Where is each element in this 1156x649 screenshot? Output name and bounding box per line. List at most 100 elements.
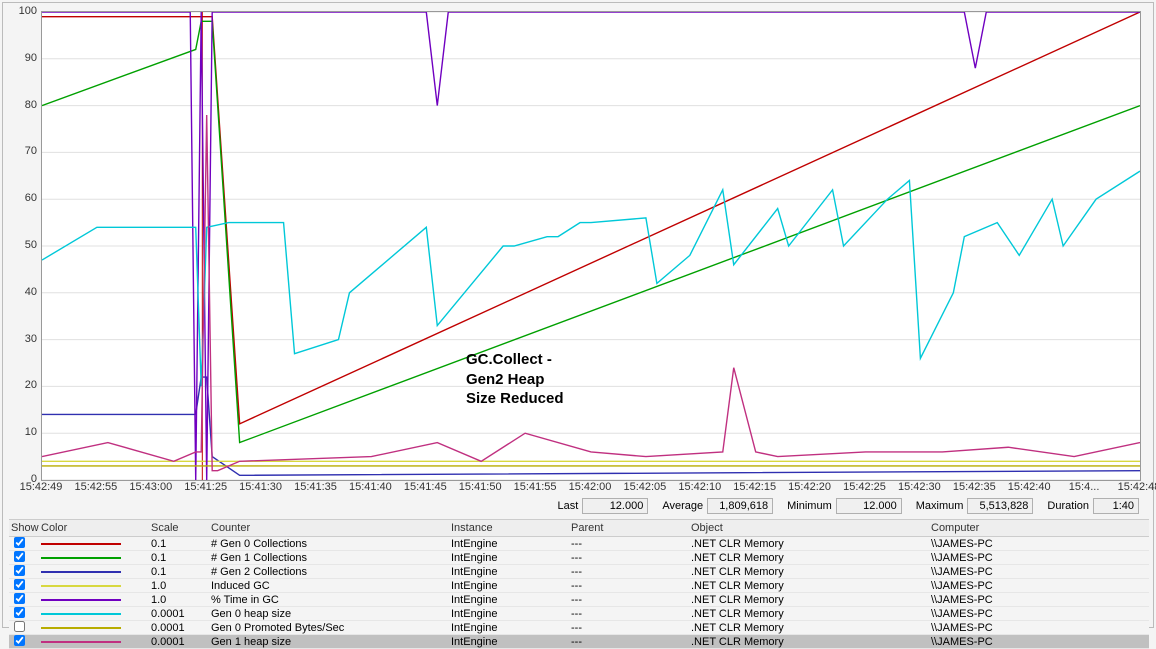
legend-header-parent[interactable]: Parent bbox=[569, 522, 689, 534]
x-tick-label: 15:41:35 bbox=[294, 481, 337, 493]
legend-parent: --- bbox=[569, 580, 689, 592]
series-line bbox=[42, 171, 1140, 386]
legend-header-row: Show Color Scale Counter Instance Parent… bbox=[9, 519, 1149, 537]
stat-min-label: Minimum bbox=[787, 500, 832, 512]
stat-dur-label: Duration bbox=[1047, 500, 1089, 512]
legend-scale: 0.1 bbox=[149, 566, 209, 578]
legend-instance: IntEngine bbox=[449, 622, 569, 634]
legend-counter: Induced GC bbox=[209, 580, 449, 592]
x-tick-label: 15:4... bbox=[1069, 481, 1100, 493]
legend-header-computer[interactable]: Computer bbox=[929, 522, 1129, 534]
legend-show-checkbox[interactable] bbox=[14, 551, 25, 562]
y-tick-label: 70 bbox=[25, 145, 37, 157]
x-tick-label: 15:42:30 bbox=[898, 481, 941, 493]
legend-header-object[interactable]: Object bbox=[689, 522, 929, 534]
legend-object: .NET CLR Memory bbox=[689, 580, 929, 592]
legend-row[interactable]: 0.1# Gen 1 CollectionsIntEngine---.NET C… bbox=[9, 551, 1149, 565]
legend-show-checkbox[interactable] bbox=[14, 579, 25, 590]
legend-row[interactable]: 0.1# Gen 0 CollectionsIntEngine---.NET C… bbox=[9, 537, 1149, 551]
x-tick-label: 15:41:30 bbox=[239, 481, 282, 493]
legend-show-checkbox[interactable] bbox=[14, 593, 25, 604]
legend-row[interactable]: 1.0% Time in GCIntEngine---.NET CLR Memo… bbox=[9, 593, 1149, 607]
y-tick-label: 100 bbox=[19, 5, 37, 17]
legend-color-swatch bbox=[41, 613, 121, 615]
x-tick-label: 15:42:48 bbox=[1118, 481, 1156, 493]
legend-row[interactable]: 0.0001Gen 0 Promoted Bytes/SecIntEngine-… bbox=[9, 621, 1149, 635]
legend-header-show[interactable]: Show bbox=[9, 522, 39, 534]
x-tick-label: 15:42:15 bbox=[733, 481, 776, 493]
y-tick-label: 40 bbox=[25, 286, 37, 298]
legend-row[interactable]: 0.0001Gen 0 heap sizeIntEngine---.NET CL… bbox=[9, 607, 1149, 621]
legend-header-counter[interactable]: Counter bbox=[209, 522, 449, 534]
legend-computer: \\JAMES-PC bbox=[929, 580, 1129, 592]
x-tick-label: 15:42:00 bbox=[569, 481, 612, 493]
legend-instance: IntEngine bbox=[449, 608, 569, 620]
x-tick-label: 15:42:49 bbox=[20, 481, 63, 493]
legend-counter: # Gen 0 Collections bbox=[209, 538, 449, 550]
x-tick-label: 15:42:35 bbox=[953, 481, 996, 493]
legend-header-color[interactable]: Color bbox=[39, 522, 149, 534]
legend-instance: IntEngine bbox=[449, 538, 569, 550]
legend-show-checkbox[interactable] bbox=[14, 565, 25, 576]
legend-color-swatch bbox=[41, 543, 121, 545]
legend-scale: 0.0001 bbox=[149, 636, 209, 648]
stat-min-value: 12.000 bbox=[836, 498, 902, 514]
perfmon-chart-frame: 0102030405060708090100 GC.Collect -Gen2 … bbox=[2, 2, 1154, 628]
legend-instance: IntEngine bbox=[449, 552, 569, 564]
x-tick-label: 15:41:45 bbox=[404, 481, 447, 493]
y-tick-label: 80 bbox=[25, 99, 37, 111]
y-axis-ticks: 0102030405060708090100 bbox=[11, 11, 39, 479]
y-tick-label: 10 bbox=[25, 426, 37, 438]
legend-header-instance[interactable]: Instance bbox=[449, 522, 569, 534]
stats-row: Last 12.000 Average 1,809,618 Minimum 12… bbox=[41, 497, 1139, 515]
x-tick-label: 15:42:20 bbox=[788, 481, 831, 493]
y-tick-label: 90 bbox=[25, 52, 37, 64]
legend-parent: --- bbox=[569, 538, 689, 550]
legend-object: .NET CLR Memory bbox=[689, 594, 929, 606]
legend-show-checkbox[interactable] bbox=[14, 537, 25, 548]
x-axis-ticks: 15:42:4915:42:5515:43:0015:41:2515:41:30… bbox=[41, 481, 1139, 495]
legend-counter: Gen 0 heap size bbox=[209, 608, 449, 620]
legend-row[interactable]: 1.0Induced GCIntEngine---.NET CLR Memory… bbox=[9, 579, 1149, 593]
legend-instance: IntEngine bbox=[449, 636, 569, 648]
legend-object: .NET CLR Memory bbox=[689, 622, 929, 634]
legend-instance: IntEngine bbox=[449, 566, 569, 578]
legend-row[interactable]: 0.1# Gen 2 CollectionsIntEngine---.NET C… bbox=[9, 565, 1149, 579]
legend-parent: --- bbox=[569, 566, 689, 578]
y-tick-label: 50 bbox=[25, 239, 37, 251]
x-tick-label: 15:41:55 bbox=[514, 481, 557, 493]
legend-computer: \\JAMES-PC bbox=[929, 566, 1129, 578]
legend-object: .NET CLR Memory bbox=[689, 552, 929, 564]
x-tick-label: 15:42:25 bbox=[843, 481, 886, 493]
legend-counter: Gen 0 Promoted Bytes/Sec bbox=[209, 622, 449, 634]
x-tick-label: 15:41:50 bbox=[459, 481, 502, 493]
legend-row[interactable]: 0.0001Gen 1 heap sizeIntEngine---.NET CL… bbox=[9, 635, 1149, 649]
chart-annotation: GC.Collect -Gen2 HeapSize Reduced bbox=[466, 350, 564, 409]
legend-counter: % Time in GC bbox=[209, 594, 449, 606]
legend-counter: # Gen 2 Collections bbox=[209, 566, 449, 578]
x-tick-label: 15:42:05 bbox=[623, 481, 666, 493]
x-tick-label: 15:42:55 bbox=[74, 481, 117, 493]
legend-show-checkbox[interactable] bbox=[14, 635, 25, 646]
legend-computer: \\JAMES-PC bbox=[929, 608, 1129, 620]
chart-plot-area[interactable]: GC.Collect -Gen2 HeapSize Reduced bbox=[41, 11, 1141, 481]
legend-color-swatch bbox=[41, 627, 121, 629]
legend-show-checkbox[interactable] bbox=[14, 607, 25, 618]
series-line bbox=[42, 12, 1140, 424]
legend-color-swatch bbox=[41, 599, 121, 601]
legend-color-swatch bbox=[41, 641, 121, 643]
stat-max-value: 5,513,828 bbox=[967, 498, 1033, 514]
legend-header-scale[interactable]: Scale bbox=[149, 522, 209, 534]
y-tick-label: 20 bbox=[25, 379, 37, 391]
legend-scale: 0.1 bbox=[149, 538, 209, 550]
x-tick-label: 15:43:00 bbox=[129, 481, 172, 493]
legend-computer: \\JAMES-PC bbox=[929, 636, 1129, 648]
legend-computer: \\JAMES-PC bbox=[929, 538, 1129, 550]
legend-parent: --- bbox=[569, 594, 689, 606]
y-tick-label: 60 bbox=[25, 192, 37, 204]
legend-scale: 0.1 bbox=[149, 552, 209, 564]
legend-scale: 1.0 bbox=[149, 594, 209, 606]
legend-color-swatch bbox=[41, 571, 121, 573]
y-tick-label: 30 bbox=[25, 333, 37, 345]
legend-scale: 1.0 bbox=[149, 580, 209, 592]
